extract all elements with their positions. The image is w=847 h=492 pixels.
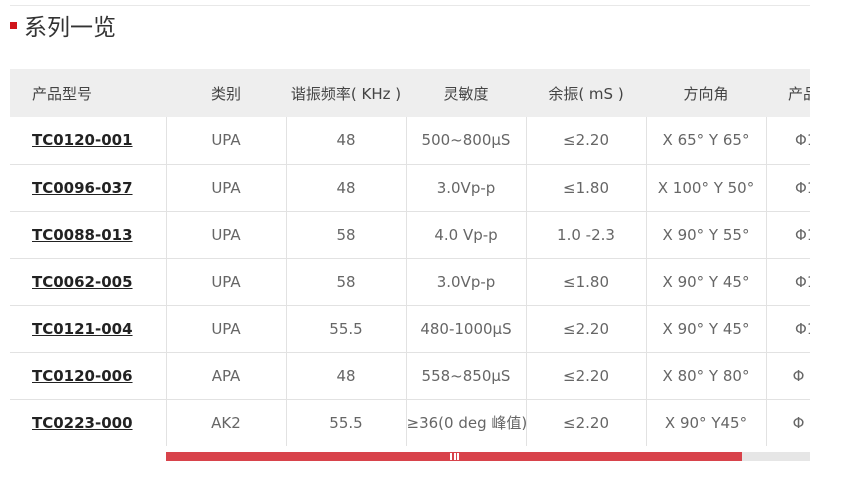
cell-ringing: ≤1.80 (526, 258, 647, 306)
table-row: TC0121-004 UPA 55.5 480-1000μS ≤2.20 X 90° Y … (10, 305, 810, 353)
cell-size: Φ14 (766, 258, 810, 306)
cell-angle: X 90° Y 45° (646, 258, 767, 306)
cell-category: UPA (166, 164, 287, 212)
column-header-angle: 方向角 (683, 84, 729, 103)
series-table: 产品型号 类别 谐振频率( KHz ) 灵敏度 余振( mS ) 方向角 产品尺… (10, 69, 810, 446)
cell-size: Φ 15 (766, 399, 810, 446)
cell-ringing: ≤2.20 (526, 305, 647, 353)
cell-angle: X 80° Y 80° (646, 352, 767, 400)
cell-ringing: 1.0 -2.3 (526, 211, 647, 259)
table-row: TC0120-006 APA 48 558~850μS ≤2.20 X 80° Y 80°… (10, 352, 810, 400)
section-header: 系列一览 (10, 8, 116, 42)
top-divider (10, 5, 810, 6)
cell-category: APA (166, 352, 287, 400)
cell-sensitivity: ≥36(0 deg 峰值) (406, 399, 527, 446)
section-title: 系列一览 (24, 15, 116, 41)
scrollbar-thumb[interactable] (166, 452, 742, 461)
title-marker-icon (10, 21, 17, 29)
series-table-container: 产品型号 类别 谐振频率( KHz ) 灵敏度 余振( mS ) 方向角 产品尺… (10, 69, 810, 446)
column-header-ringing: 余振( mS ) (548, 84, 624, 103)
cell-frequency: 48 (286, 352, 407, 400)
cell-frequency: 55.5 (286, 305, 407, 353)
column-header-model: 产品型号 (32, 84, 93, 103)
column-header-size: 产品尺 (787, 84, 810, 103)
cell-angle: X 90° Y45° (646, 399, 767, 446)
cell-size: Φ15 (766, 117, 810, 165)
cell-size: Φ15 (766, 211, 810, 259)
cell-sensitivity: 480-1000μS (406, 305, 527, 353)
table-row: TC0096-037 UPA 48 3.0Vp-p ≤1.80 X 100° Y 50° Φ… (10, 164, 810, 212)
cell-size: Φ 15 (766, 352, 810, 400)
table-row: TC0062-005 UPA583.0Vp-p≤1.80X 90° Y 45°Φ1… (10, 258, 810, 306)
column-header-category: 类别 (210, 84, 241, 103)
cell-ringing: ≤1.80 (526, 164, 647, 212)
cell-category: UPA (166, 258, 287, 306)
product-model-link[interactable]: TC0096-037 (32, 179, 133, 197)
cell-sensitivity: 3.0Vp-p (406, 164, 527, 212)
product-model-link[interactable]: TC0120-001 (32, 131, 133, 149)
cell-sensitivity: 500~800μS (406, 117, 527, 165)
cell-category: AK2 (166, 399, 287, 446)
cell-sensitivity: 3.0Vp-p (406, 258, 527, 306)
cell-angle: X 100° Y 50° (646, 164, 767, 212)
cell-model: TC0121-004 (10, 305, 167, 353)
cell-model: TC0088-013 (10, 211, 167, 259)
cell-ringing: ≤2.20 (526, 399, 647, 446)
product-model-link[interactable]: TC0223-000 (32, 414, 133, 432)
cell-category: UPA (166, 211, 287, 259)
table-row: TC0088-013 UPA 58 4.0 Vp-p 1.0 -2.3 X 90° Y 5… (10, 211, 810, 259)
cell-sensitivity: 558~850μS (406, 352, 527, 400)
cell-model: TC0223-000 (10, 399, 167, 446)
cell-category: UPA (166, 117, 287, 165)
grip-icon (450, 453, 459, 460)
table-header-row: 产品型号 类别 谐振频率( KHz ) 灵敏度 余振( mS ) 方向角 产品尺 (10, 69, 810, 117)
cell-size: Φ15 (766, 305, 810, 353)
cell-angle: X 90° Y 45° (646, 305, 767, 353)
product-model-link[interactable]: TC0120-006 (32, 367, 133, 385)
cell-angle: X 90° Y 55° (646, 211, 767, 259)
cell-size: Φ14 (766, 164, 810, 212)
cell-frequency: 48 (286, 164, 407, 212)
cell-model: TC0120-001 (10, 117, 167, 165)
cell-ringing: ≤2.20 (526, 117, 647, 165)
column-header-sensitivity: 灵敏度 (443, 84, 489, 103)
cell-frequency: 55.5 (286, 399, 407, 446)
table-row: TC0120-001 UPA 48 500~800μS ≤2.20 X 65° Y 65°… (10, 117, 810, 165)
product-model-link[interactable]: TC0062-005 (32, 273, 133, 291)
column-header-frequency: 谐振频率( KHz ) (290, 84, 402, 103)
cell-ringing: ≤2.20 (526, 352, 647, 400)
table-row: TC0223-000 AK2 55.5 ≥36(0 deg 峰值) ≤2.20 X 90°… (10, 399, 810, 446)
cell-frequency: 48 (286, 117, 407, 165)
product-model-link[interactable]: TC0088-013 (32, 226, 133, 244)
product-model-link[interactable]: TC0121-004 (32, 320, 133, 338)
cell-angle: X 65° Y 65° (646, 117, 767, 165)
cell-model: TC0096-037 (10, 164, 167, 212)
cell-model: TC0062-005 (10, 258, 167, 306)
cell-frequency: 58 (286, 258, 407, 306)
cell-frequency: 58 (286, 211, 407, 259)
cell-category: UPA (166, 305, 287, 353)
cell-sensitivity: 4.0 Vp-p (406, 211, 527, 259)
cell-model: TC0120-006 (10, 352, 167, 400)
horizontal-scrollbar[interactable] (166, 452, 810, 461)
